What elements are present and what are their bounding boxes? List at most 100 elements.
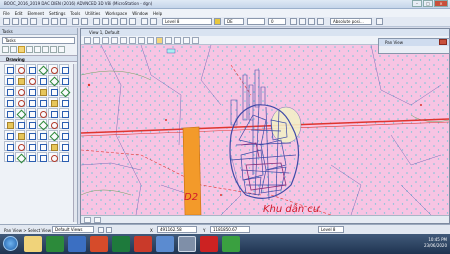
edit-text-icon[interactable] (59, 119, 69, 129)
zoom-in-icon[interactable] (111, 37, 118, 44)
update-view-icon[interactable] (102, 37, 109, 44)
menu-edit[interactable]: Edit (15, 11, 23, 16)
measure-distance-icon[interactable] (37, 130, 47, 140)
x-coordinate-field[interactable]: 491162.58 (157, 226, 197, 233)
undo-icon[interactable] (72, 18, 79, 25)
place-circle-icon[interactable] (48, 64, 58, 74)
word-icon[interactable] (68, 236, 86, 252)
close-button[interactable]: × (434, 0, 448, 7)
insert-vertex-icon[interactable] (26, 97, 36, 107)
new-file-icon[interactable] (3, 18, 10, 25)
snap-icon[interactable] (376, 18, 383, 25)
chamfer-icon[interactable] (59, 86, 69, 96)
zoom-out-icon[interactable] (120, 37, 127, 44)
firefox-icon[interactable] (156, 236, 174, 252)
cut-icon[interactable] (42, 18, 49, 25)
view-select-icon[interactable] (94, 217, 101, 223)
dimension-linear-icon[interactable] (4, 130, 14, 140)
element-selection-tool-icon[interactable] (4, 64, 14, 74)
delete-icon[interactable] (15, 86, 25, 96)
tasks-scrollbar[interactable] (73, 64, 77, 222)
fence-tool-icon[interactable] (4, 141, 14, 151)
place-point-icon[interactable] (4, 108, 14, 118)
menu-window[interactable]: Window (132, 11, 148, 16)
maximize-button[interactable]: □ (423, 0, 433, 7)
minimize-button[interactable]: – (412, 0, 422, 7)
y-coordinate-field[interactable]: 1181850.67 (210, 226, 250, 233)
active-level-select[interactable]: Level 8 (162, 18, 212, 25)
copy-icon[interactable] (51, 18, 58, 25)
show-pattern-icon[interactable] (26, 152, 36, 162)
file-explorer-icon[interactable] (24, 236, 42, 252)
menu-help[interactable]: Help (153, 11, 162, 16)
menu-settings[interactable]: Settings (49, 11, 65, 16)
snap-mode-select[interactable]: Absolute posi... (330, 18, 372, 25)
menu-element[interactable]: Element (27, 11, 44, 16)
modify-element-icon[interactable] (4, 97, 14, 107)
create-complex-icon[interactable] (4, 119, 14, 129)
level-display-icon[interactable] (141, 18, 148, 25)
open-file-icon[interactable] (12, 18, 19, 25)
measure-icon[interactable] (34, 46, 41, 53)
delete-pattern-icon[interactable] (37, 152, 47, 162)
copy-view-icon[interactable] (183, 37, 190, 44)
style-select[interactable] (247, 18, 265, 25)
mirror-icon[interactable] (4, 86, 14, 96)
place-curve-icon[interactable] (48, 108, 58, 118)
place-text-icon[interactable] (4, 75, 14, 85)
analyze-element-icon[interactable] (59, 130, 69, 140)
color-swatch-icon[interactable] (214, 18, 221, 25)
pan-view-icon[interactable] (156, 37, 163, 44)
edit-tag-icon[interactable] (59, 141, 69, 151)
excel-icon[interactable] (112, 236, 130, 252)
scale-icon[interactable] (59, 75, 69, 85)
place-polygon-icon[interactable] (26, 108, 36, 118)
view-group-select[interactable]: Default Views (52, 226, 94, 233)
match-attributes-icon[interactable] (59, 97, 69, 107)
dimension-angle-icon[interactable] (15, 130, 25, 140)
microstation-icon[interactable] (178, 236, 196, 252)
class-icon[interactable] (308, 18, 315, 25)
copy-element-icon[interactable] (26, 75, 36, 85)
change-attributes-icon[interactable] (48, 97, 58, 107)
redo-icon[interactable] (81, 18, 88, 25)
place-block-icon[interactable] (37, 64, 47, 74)
app-icon-green[interactable] (222, 236, 240, 252)
display-style-icon[interactable] (93, 37, 100, 44)
menu-workspace[interactable]: Workspace (105, 11, 127, 16)
delete-vertex-icon[interactable] (37, 97, 47, 107)
menu-file[interactable]: File (3, 11, 10, 16)
app-icon-red[interactable] (200, 236, 218, 252)
drawing-task-icon[interactable] (18, 46, 25, 53)
view-toggle-icon[interactable] (84, 217, 91, 223)
menu-utilities[interactable]: Utilities (85, 11, 100, 16)
models-icon[interactable] (111, 18, 118, 25)
place-arc-icon[interactable] (59, 64, 69, 74)
annotation-icon[interactable] (26, 46, 33, 53)
menu-tools[interactable]: Tools (70, 11, 80, 16)
priority-icon[interactable] (299, 18, 306, 25)
patterns-icon[interactable] (50, 46, 57, 53)
chrome-icon[interactable] (46, 236, 64, 252)
fence-icon[interactable] (10, 46, 17, 53)
hatch-area-icon[interactable] (59, 108, 69, 118)
place-shape-icon[interactable] (15, 108, 25, 118)
linear-pattern-icon[interactable] (15, 152, 25, 162)
place-note-icon[interactable] (48, 119, 58, 129)
transparency-icon[interactable] (290, 18, 297, 25)
template-icon[interactable] (317, 18, 324, 25)
place-line-icon[interactable] (26, 64, 36, 74)
delete-fence-icon[interactable] (26, 141, 36, 151)
measure-area-icon[interactable] (48, 130, 58, 140)
drawing-section-header[interactable]: Drawing (0, 55, 77, 62)
view-attributes-icon[interactable] (84, 37, 91, 44)
place-tag-icon[interactable] (48, 141, 58, 151)
raster-icon[interactable] (102, 18, 109, 25)
reference-icon[interactable] (93, 18, 100, 25)
place-table-icon[interactable] (37, 141, 47, 151)
help-icon[interactable] (129, 18, 136, 25)
drop-element-icon[interactable] (15, 119, 25, 129)
place-ellipse-icon[interactable] (37, 108, 47, 118)
color-select[interactable]: DE (224, 18, 244, 25)
cells-icon[interactable] (42, 46, 49, 53)
